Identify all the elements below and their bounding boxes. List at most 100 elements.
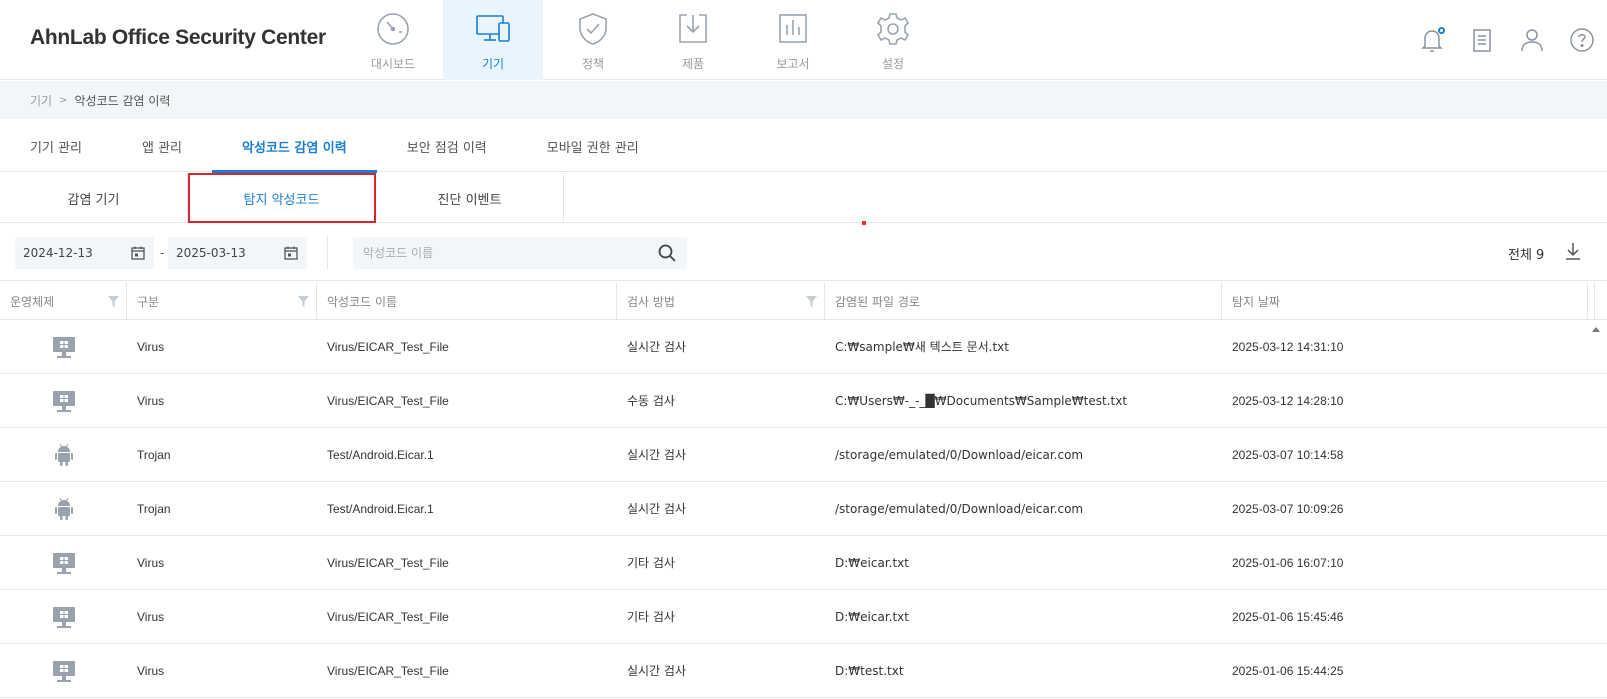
notifications-button[interactable] — [1407, 24, 1457, 56]
help-button[interactable] — [1557, 24, 1607, 56]
breadcrumb-parent[interactable]: 기기 — [30, 92, 52, 109]
table-row[interactable]: Virus Virus/EICAR_Test_File 실시간 검사 C:₩sampl… — [0, 320, 1607, 374]
cell-scan-method: 기타 검사 — [627, 610, 675, 624]
cell-malware-name: Virus/EICAR_Test_File — [327, 393, 449, 408]
tab-app-management[interactable]: 앱 관리 — [112, 120, 212, 172]
cell-os — [0, 320, 127, 374]
cell-category: Virus — [137, 609, 165, 624]
column-header-malware-name[interactable]: 악성코드 이름 — [317, 282, 617, 320]
column-header-category[interactable]: 구분 — [127, 282, 317, 320]
search-icon[interactable] — [657, 243, 677, 263]
malware-search-box[interactable] — [353, 237, 687, 269]
scroll-up-icon[interactable] — [1591, 325, 1601, 333]
table-row[interactable]: Trojan Test/Android.Eicar.1 실시간 검사/storage… — [0, 428, 1607, 482]
calendar-icon[interactable] — [130, 245, 146, 261]
tab-malware-history[interactable]: 악성코드 감염 이력 — [212, 120, 377, 173]
cell-scan-method: 실시간 검사 — [627, 448, 687, 462]
devices-icon — [476, 15, 510, 42]
cell-malware-name: Virus/EICAR_Test_File — [327, 555, 449, 570]
subtab-scan-events[interactable]: 진단 이벤트 — [376, 173, 564, 223]
column-label: 감염된 파일 경로 — [835, 294, 920, 309]
cell-os — [0, 428, 127, 482]
filter-icon[interactable] — [805, 295, 818, 308]
app-logo[interactable]: AhnLab Office Security Center — [30, 26, 326, 50]
tab-device-management[interactable]: 기기 관리 — [0, 120, 112, 172]
start-date-picker[interactable]: 2024-12-13 — [15, 237, 154, 269]
column-header-detected-date[interactable]: 탐지 날짜 — [1222, 282, 1595, 320]
cell-infected-path: D:₩eicar.txt — [835, 555, 909, 570]
topnav-label: 대시보드 — [370, 57, 416, 71]
date-range-separator: - — [160, 246, 165, 260]
table-row[interactable]: Virus Virus/EICAR_Test_File 수동 검사 C:₩Users₩… — [0, 374, 1607, 428]
scrollbar-track-divider — [1587, 282, 1588, 320]
clipboard-icon — [1473, 29, 1491, 52]
cell-malware-name: Test/Android.Eicar.1 — [327, 501, 434, 516]
topnav-label: 정책 — [581, 57, 605, 71]
cell-infected-path: D:₩eicar.txt — [835, 609, 909, 624]
column-header-infected-path[interactable]: 감염된 파일 경로 — [825, 282, 1222, 320]
filter-icon[interactable] — [297, 295, 310, 308]
table-header: 운영체제 구분 악성코드 이름 검사 방법 감염된 파일 경로 탐지 날짜 — [0, 282, 1607, 320]
topnav-policy[interactable]: 정책 — [543, 0, 643, 80]
topnav-dashboard[interactable]: 대시보드 — [343, 0, 443, 80]
end-date-value: 2025-03-13 — [176, 246, 246, 260]
topnav-label: 제품 — [681, 57, 705, 71]
calendar-icon[interactable] — [283, 245, 299, 261]
table-row[interactable]: Virus Virus/EICAR_Test_File 실시간 검사 D:₩test.… — [0, 644, 1607, 698]
shield-check-icon — [579, 13, 607, 45]
cell-scan-method: 실시간 검사 — [627, 502, 687, 516]
help-icon — [1570, 28, 1594, 52]
cell-detected-date: 2025-03-12 14:31:10 — [1232, 339, 1344, 354]
topnav-reports[interactable]: 보고서 — [743, 0, 843, 80]
windows-pc-icon — [52, 552, 75, 574]
column-label: 악성코드 이름 — [327, 294, 398, 309]
tasks-button[interactable] — [1457, 24, 1507, 56]
cell-malware-name: Virus/EICAR_Test_File — [327, 339, 449, 354]
cell-detected-date: 2025-01-06 16:07:10 — [1232, 555, 1344, 570]
table-row[interactable]: Trojan Test/Android.Eicar.1 실시간 검사/storage… — [0, 482, 1607, 536]
notification-badge — [1438, 27, 1445, 34]
column-header-os[interactable]: 운영체제 — [0, 282, 127, 320]
column-header-scan-method[interactable]: 검사 방법 — [617, 282, 825, 320]
table-row[interactable]: Virus Virus/EICAR_Test_File 기타 검사 D:₩eicar.… — [0, 536, 1607, 590]
subtab-detected-malware[interactable]: 탐지 악성코드 — [188, 173, 376, 223]
malware-table: 운영체제 구분 악성코드 이름 검사 방법 감염된 파일 경로 탐지 날짜 Vi… — [0, 282, 1607, 698]
tab-mobile-permissions[interactable]: 모바일 권한 관리 — [517, 120, 669, 172]
user-icon — [1521, 29, 1543, 52]
cell-os — [0, 644, 127, 698]
column-label: 탐지 날짜 — [1232, 294, 1280, 309]
filter-divider — [327, 236, 328, 270]
app-header: AhnLab Office Security Center 대시보드 기기 정책… — [0, 0, 1607, 80]
cell-category: Trojan — [137, 501, 171, 516]
column-label: 운영체제 — [10, 294, 55, 309]
cell-infected-path: D:₩test.txt — [835, 663, 904, 678]
topnav-products[interactable]: 제품 — [643, 0, 743, 80]
windows-pc-icon — [52, 336, 75, 358]
cell-detected-date: 2025-03-07 10:14:58 — [1232, 447, 1344, 462]
start-date-value: 2024-12-13 — [23, 246, 93, 260]
download-icon[interactable] — [1562, 240, 1584, 262]
windows-pc-icon — [52, 660, 75, 682]
topnav-label: 보고서 — [776, 57, 810, 71]
cell-detected-date: 2025-03-12 14:28:10 — [1232, 393, 1344, 408]
column-label: 구분 — [137, 294, 160, 309]
total-count: 전체 9 — [1508, 248, 1545, 263]
table-row[interactable]: Virus Virus/EICAR_Test_File 기타 검사 D:₩eicar.… — [0, 590, 1607, 644]
filter-icon[interactable] — [107, 295, 120, 308]
end-date-picker[interactable]: 2025-03-13 — [168, 237, 307, 269]
header-actions — [1407, 24, 1607, 56]
tab-security-check-history[interactable]: 보안 점검 이력 — [377, 120, 517, 172]
report-chart-icon — [779, 14, 807, 43]
subtab-infected-devices[interactable]: 감염 기기 — [0, 173, 188, 223]
cell-os — [0, 536, 127, 590]
cell-category: Virus — [137, 555, 165, 570]
cell-malware-name: Virus/EICAR_Test_File — [327, 663, 449, 678]
topnav-devices[interactable]: 기기 — [443, 0, 543, 80]
cell-infected-path: C:₩Users₩-_-_█₩Documents₩Sample₩test.txt — [835, 393, 1128, 408]
account-button[interactable] — [1507, 24, 1557, 56]
windows-pc-icon — [52, 390, 75, 412]
malware-search-input[interactable] — [363, 246, 657, 260]
topnav-settings[interactable]: 설정 — [843, 0, 943, 80]
cell-os — [0, 482, 127, 536]
main-tabs: 기기 관리 앱 관리 악성코드 감염 이력 보안 점검 이력 모바일 권한 관리 — [0, 120, 1607, 173]
